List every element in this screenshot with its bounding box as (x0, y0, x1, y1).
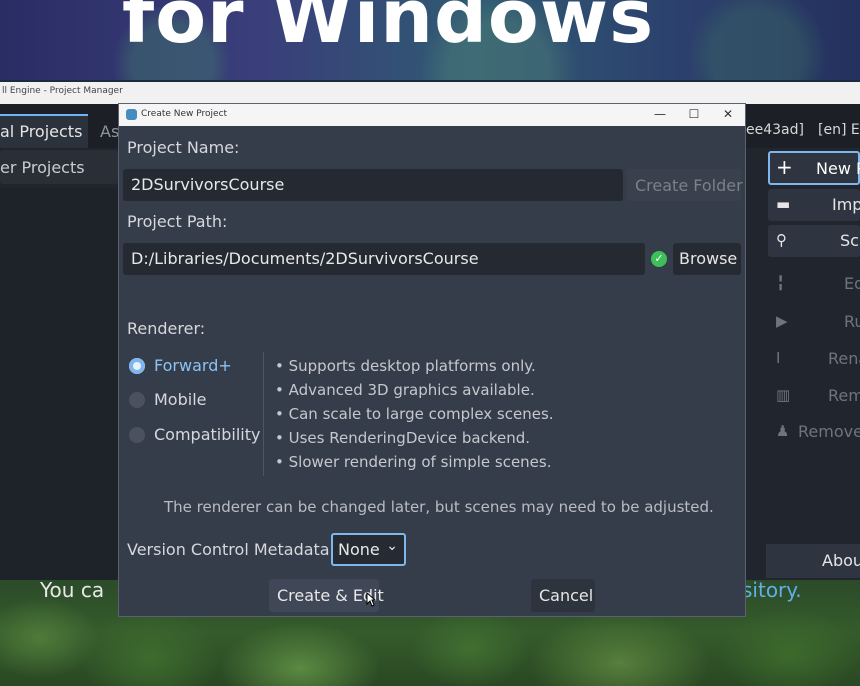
tab-local-projects-label: al Projects (0, 122, 83, 141)
tab-local-projects[interactable]: al Projects (0, 114, 88, 148)
version-hash: ee43ad] (746, 122, 804, 138)
filter-projects-placeholder: er Projects (0, 158, 85, 177)
renderer-note: • Advanced 3D graphics available. (275, 381, 535, 399)
vcs-value: None (338, 540, 380, 559)
create-folder-button[interactable]: Create Folder (627, 169, 743, 201)
edit-icon: ╏ (776, 274, 786, 292)
renderer-note: • Supports desktop platforms only. (275, 357, 536, 375)
renderer-forward-plus-label[interactable]: Forward+ (154, 356, 232, 375)
tab-asset-library[interactable]: As (100, 122, 119, 141)
folder-icon: ▬ (776, 195, 791, 213)
project-path-input[interactable]: D:/Libraries/Documents/2DSurvivorsCourse (123, 243, 645, 275)
project-path-label: Project Path: (127, 212, 228, 231)
radio-mobile[interactable] (129, 392, 145, 408)
project-name-value: 2DSurvivorsCourse (131, 175, 285, 194)
renderer-note: • Slower rendering of simple scenes. (275, 453, 552, 471)
godot-icon (126, 109, 137, 120)
background-text-left: You ca (40, 578, 105, 602)
dialog-title: Create New Project (141, 109, 228, 119)
video-banner: for Windows (0, 0, 860, 80)
plus-icon: + (776, 155, 793, 179)
pm-titlebar: ll Engine - Project Manager (0, 82, 860, 104)
vcs-select[interactable]: None ⌄ (331, 533, 406, 566)
renderer-note: • Can scale to large complex scenes. (275, 405, 554, 423)
rename-icon: I (776, 349, 781, 367)
about-button[interactable]: Abou (766, 544, 860, 578)
new-project-button[interactable]: + New P (768, 151, 860, 185)
mouse-cursor-icon (366, 592, 376, 607)
import-label: Imp (832, 195, 860, 214)
project-list[interactable] (0, 188, 118, 580)
filter-projects-input[interactable]: er Projects (0, 150, 118, 184)
import-button[interactable]: ▬ Imp (768, 189, 860, 221)
remove-label: Rem (828, 386, 860, 405)
scan-button[interactable]: ⚲ Sca (768, 225, 860, 257)
browse-button[interactable]: Browse (673, 243, 741, 275)
cancel-label: Cancel (539, 586, 594, 605)
remove-button[interactable]: ▥ Rem (768, 380, 860, 412)
broom-icon: ♟ (776, 422, 790, 440)
language-selector[interactable]: [en] E (818, 122, 860, 138)
close-icon[interactable]: ✕ (721, 107, 735, 121)
run-label: Ru (844, 312, 860, 331)
dialog-titlebar: Create New Project — ☐ ✕ (119, 104, 745, 126)
scan-label: Sca (840, 231, 860, 250)
run-button[interactable]: ▶ Ru (768, 306, 860, 338)
maximize-icon[interactable]: ☐ (687, 107, 701, 121)
trash-icon: ▥ (776, 386, 791, 404)
create-folder-label: Create Folder (635, 176, 743, 195)
rename-label: Rena (828, 349, 860, 368)
radio-compatibility[interactable] (129, 427, 145, 443)
about-label: Abou (822, 551, 860, 570)
renderer-compatibility-label[interactable]: Compatibility (154, 425, 260, 444)
vcs-label: Version Control Metadata: (127, 540, 335, 559)
edit-label: Ed (844, 274, 860, 293)
radio-forward-plus[interactable] (129, 358, 145, 374)
banner-title: for Windows (122, 0, 655, 60)
remove-missing-label: Remove (798, 422, 860, 441)
browse-label: Browse (679, 249, 738, 268)
cancel-button[interactable]: Cancel (531, 579, 595, 612)
renderer-hint: The renderer can be changed later, but s… (164, 498, 714, 516)
create-edit-button[interactable]: Create & Edit (269, 579, 384, 612)
edit-button[interactable]: ╏ Ed (768, 268, 860, 300)
create-project-dialog: Create New Project — ☐ ✕ Project Name: 2… (118, 103, 746, 617)
project-name-label: Project Name: (127, 138, 240, 157)
rename-button[interactable]: I Rena (768, 343, 860, 375)
chevron-down-icon: ⌄ (386, 538, 398, 554)
check-circle-icon: ✓ (651, 251, 667, 267)
new-project-label: New P (816, 159, 860, 178)
remove-missing-button[interactable]: ♟ Remove (768, 416, 860, 448)
renderer-divider (263, 352, 264, 476)
renderer-mobile-label[interactable]: Mobile (154, 390, 206, 409)
project-path-value: D:/Libraries/Documents/2DSurvivorsCourse (131, 249, 479, 268)
background-text-right: sitory. (742, 578, 802, 602)
renderer-label: Renderer: (127, 319, 206, 338)
play-icon: ▶ (776, 312, 788, 330)
search-icon: ⚲ (776, 231, 787, 249)
minimize-icon[interactable]: — (653, 107, 667, 121)
project-name-input[interactable]: 2DSurvivorsCourse (123, 169, 623, 201)
renderer-note: • Uses RenderingDevice backend. (275, 429, 531, 447)
pm-window-title: ll Engine - Project Manager (2, 86, 123, 96)
